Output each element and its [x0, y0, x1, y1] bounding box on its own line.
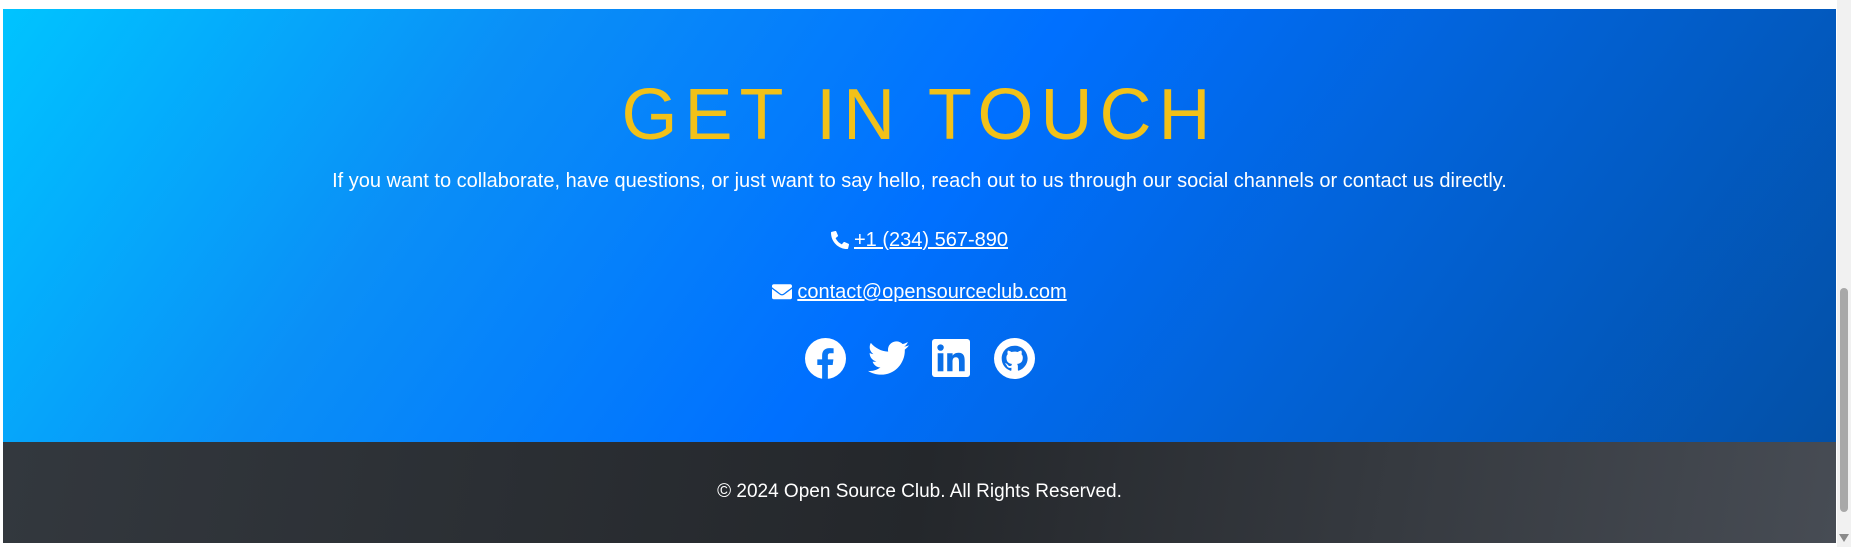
page-viewport: GET IN TOUCH If you want to collaborate,…	[3, 9, 1836, 543]
contact-section: GET IN TOUCH If you want to collaborate,…	[3, 9, 1836, 442]
github-link[interactable]	[993, 337, 1035, 384]
vertical-scrollbar[interactable]	[1837, 0, 1851, 547]
contact-intro: If you want to collaborate, have questio…	[332, 170, 1507, 192]
email-link[interactable]: contact@opensourceclub.com	[797, 279, 1066, 305]
phone-link[interactable]: +1 (234) 567-890	[854, 227, 1008, 253]
facebook-link[interactable]	[804, 337, 846, 384]
copyright-text: © 2024 Open Source Club. All Rights Rese…	[717, 481, 1122, 502]
scrollbar-thumb[interactable]	[1840, 288, 1848, 512]
envelope-icon	[772, 284, 793, 300]
linkedin-link[interactable]	[931, 339, 972, 382]
site-footer: © 2024 Open Source Club. All Rights Rese…	[3, 442, 1836, 543]
facebook-icon	[804, 337, 846, 384]
github-icon	[993, 337, 1035, 384]
contact-title: GET IN TOUCH	[621, 75, 1218, 155]
social-links	[3, 337, 1836, 384]
phone-row: +1 (234) 567-890	[3, 225, 1836, 255]
phone-icon	[830, 231, 849, 249]
scroll-down-arrow-icon[interactable]	[1839, 534, 1849, 542]
twitter-icon	[867, 341, 909, 380]
linkedin-icon	[932, 339, 970, 382]
twitter-link[interactable]	[867, 340, 909, 381]
email-row: contact@opensourceclub.com	[3, 277, 1836, 307]
